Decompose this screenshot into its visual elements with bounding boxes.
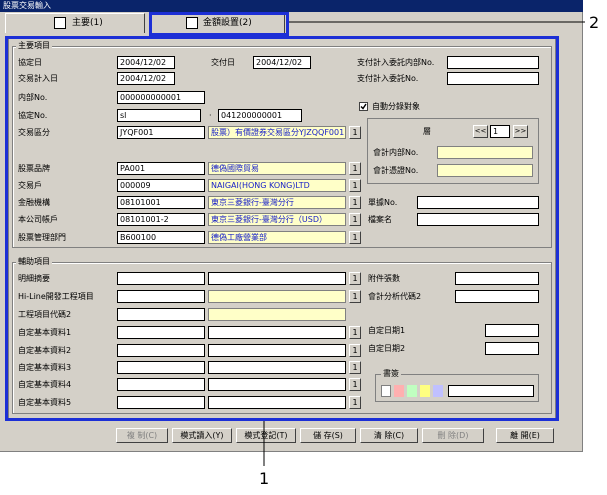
callout-1: 1 <box>259 469 270 488</box>
callout-2: 2 <box>589 13 600 32</box>
callout-lines <box>263 21 585 466</box>
